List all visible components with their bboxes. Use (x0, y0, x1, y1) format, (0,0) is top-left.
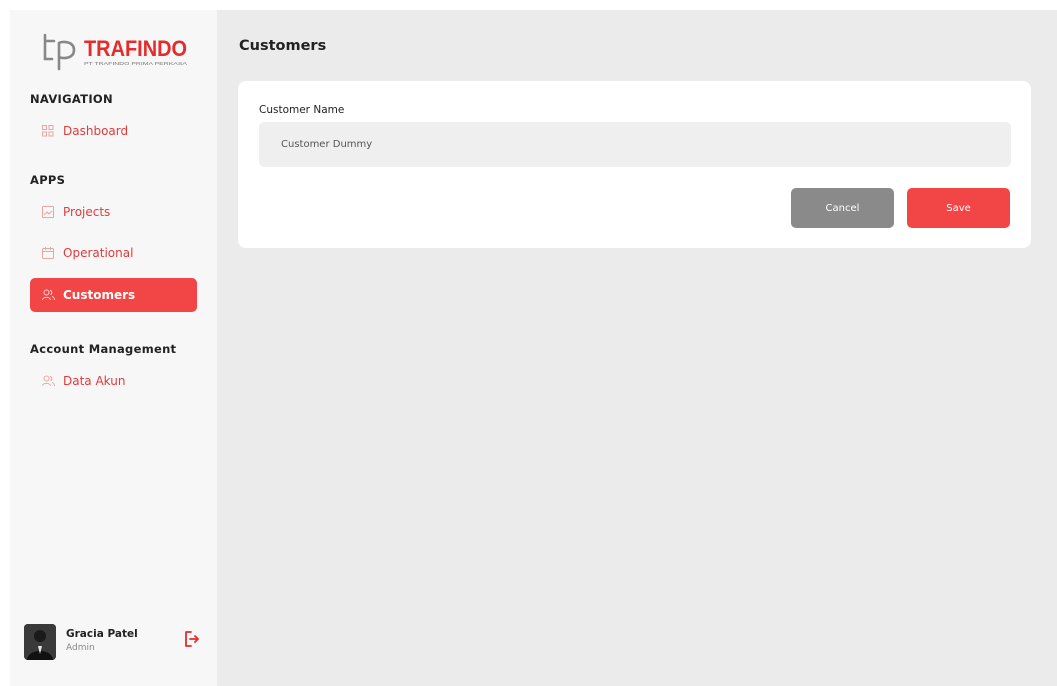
sidebar-item-label: Customers (63, 288, 136, 302)
section-navigation: NAVIGATION (30, 92, 113, 106)
sidebar-item-label: Operational (63, 246, 134, 260)
avatar[interactable] (24, 624, 56, 660)
section-apps: APPS (30, 173, 66, 187)
image-icon (41, 205, 55, 219)
page-title: Customers (239, 38, 327, 54)
sidebar: TRAFINDO PT TRAFINDO PRIMA PERKASA NAVIG… (10, 10, 217, 686)
brand-logo[interactable]: TRAFINDO PT TRAFINDO PRIMA PERKASA (42, 29, 192, 75)
customer-name-input[interactable]: Customer Dummy (259, 122, 1011, 167)
save-button[interactable]: Save (907, 188, 1010, 228)
users-icon (41, 374, 55, 388)
customer-name-label: Customer Name (259, 104, 345, 116)
sidebar-item-operational[interactable]: Operational (30, 236, 197, 270)
users-icon (41, 288, 55, 302)
user-role: Admin (66, 643, 95, 653)
user-name: Gracia Patel (66, 628, 138, 640)
section-account-management: Account Management (30, 342, 177, 356)
sidebar-item-label: Data Akun (63, 374, 126, 388)
sidebar-item-projects[interactable]: Projects (30, 195, 197, 229)
user-profile: Gracia Patel Admin (24, 624, 204, 660)
logout-icon[interactable] (184, 630, 200, 648)
main-content: Customers Customer Name Customer Dummy C… (217, 10, 1057, 686)
customer-form-card: Customer Name Customer Dummy Cancel Save (238, 81, 1031, 248)
sidebar-item-customers[interactable]: Customers (30, 278, 197, 312)
svg-text:TRAFINDO: TRAFINDO (84, 36, 187, 61)
calendar-icon (41, 246, 55, 260)
app-frame: TRAFINDO PT TRAFINDO PRIMA PERKASA NAVIG… (10, 10, 1057, 686)
grid-icon (41, 124, 55, 138)
sidebar-item-label: Projects (63, 205, 111, 219)
svg-text:PT TRAFINDO PRIMA PERKASA: PT TRAFINDO PRIMA PERKASA (84, 61, 187, 66)
sidebar-item-label: Dashboard (63, 124, 129, 138)
sidebar-item-data-akun[interactable]: Data Akun (30, 364, 197, 398)
sidebar-item-dashboard[interactable]: Dashboard (30, 114, 197, 148)
cancel-button[interactable]: Cancel (791, 188, 894, 228)
